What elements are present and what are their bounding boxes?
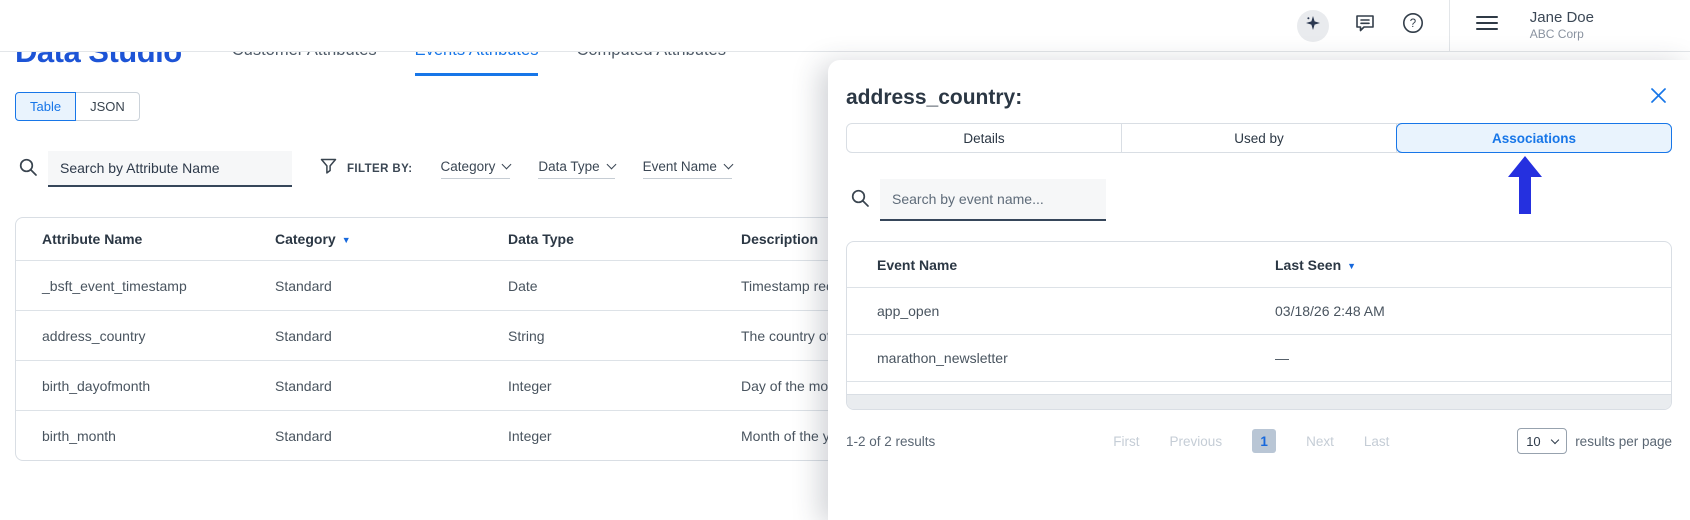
modal-header: address_country: <box>846 86 1672 110</box>
cell-event-name: app_open <box>877 303 940 319</box>
cell-attribute-name: birth_dayofmonth <box>42 377 151 394</box>
col-event-name[interactable]: Event Name <box>877 257 1275 273</box>
tab-associations[interactable]: Associations <box>1396 123 1672 153</box>
cell-attribute-name: address_country <box>42 327 146 344</box>
event-name-filter-dropdown[interactable]: Event Name <box>642 159 734 179</box>
close-button[interactable] <box>1649 86 1668 110</box>
per-page-label: results per page <box>1575 433 1672 449</box>
close-icon <box>1649 88 1668 109</box>
annotation-arrow-up-icon <box>1508 156 1542 219</box>
col-data-type[interactable]: Data Type <box>508 231 741 247</box>
ai-assistant-button[interactable] <box>1296 9 1329 42</box>
app-window: ? Jane Doe ABC Corp Data Studio Customer… <box>0 0 1690 520</box>
events-table-header: Event Name Last Seen ▼ <box>847 242 1671 287</box>
help-button[interactable]: ? <box>1401 11 1425 40</box>
user-org: ABC Corp <box>1529 27 1584 42</box>
cell-data-type: Date <box>508 277 538 294</box>
hamburger-menu-icon <box>1474 12 1500 39</box>
feedback-button[interactable] <box>1353 11 1377 40</box>
chat-icon <box>1353 11 1377 40</box>
topbar-divider <box>1448 0 1450 52</box>
modal-tabs: Details Used by Associations <box>846 123 1672 153</box>
cell-category: Standard <box>275 427 332 444</box>
cell-attribute-name: _bsft_event_timestamp <box>42 277 187 294</box>
next-page-button[interactable]: Next <box>1306 434 1334 449</box>
table-empty-strip <box>847 381 1671 394</box>
cell-category: Standard <box>275 327 332 344</box>
sort-desc-icon: ▼ <box>341 235 351 245</box>
data-type-filter-label: Data Type <box>538 159 600 174</box>
previous-page-button[interactable]: Previous <box>1170 434 1223 449</box>
pagination-nav: First Previous 1 Next Last <box>1113 429 1389 453</box>
event-name-filter-label: Event Name <box>642 159 717 174</box>
help-icon: ? <box>1401 11 1425 40</box>
col-last-seen-sort[interactable]: Last Seen ▼ <box>1275 257 1671 273</box>
cell-attribute-name: birth_month <box>42 427 116 444</box>
event-search-input[interactable] <box>880 179 1106 221</box>
chevron-down-icon <box>606 159 617 170</box>
view-toggle: Table JSON <box>15 92 140 121</box>
table-row: app_open 03/18/26 2:48 AM <box>847 287 1671 334</box>
category-filter-label: Category <box>440 159 496 174</box>
last-page-button[interactable]: Last <box>1364 434 1390 449</box>
col-attribute-name[interactable]: Attribute Name <box>42 231 275 247</box>
cell-data-type: String <box>508 327 545 344</box>
current-page-button[interactable]: 1 <box>1252 429 1277 453</box>
cell-data-type: Integer <box>508 377 552 394</box>
filter-by-label: FILTER BY: <box>347 163 413 175</box>
horizontal-scrollbar[interactable] <box>847 394 1671 409</box>
chevron-down-icon <box>1550 435 1560 444</box>
results-per-page-select[interactable]: 10 <box>1517 428 1568 454</box>
search-icon <box>18 157 38 182</box>
chevron-down-icon <box>501 159 512 170</box>
user-name: Jane Doe <box>1529 8 1594 26</box>
per-page-value: 10 <box>1526 433 1541 449</box>
chevron-down-icon <box>723 159 734 170</box>
modal-title: address_country: <box>846 86 1023 109</box>
data-type-filter-dropdown[interactable]: Data Type <box>538 159 617 179</box>
main-menu-button[interactable] <box>1474 12 1500 39</box>
modal-search-row <box>850 179 1672 221</box>
topbar: ? Jane Doe ABC Corp <box>0 0 1690 52</box>
results-summary: 1-2 of 2 results <box>846 433 936 449</box>
cell-last-seen: 03/18/26 2:48 AM <box>1275 303 1385 319</box>
col-category-sort[interactable]: Category ▼ <box>275 231 508 247</box>
per-page-control: 10 results per page <box>1517 428 1672 454</box>
table-row: marathon_newsletter — <box>847 334 1671 381</box>
cell-data-type: Integer <box>508 427 552 444</box>
user-menu[interactable]: Jane Doe ABC Corp <box>1524 9 1594 43</box>
first-page-button[interactable]: First <box>1113 434 1139 449</box>
attribute-detail-modal: address_country: Details Used by Associa… <box>828 60 1690 520</box>
pagination: 1-2 of 2 results First Previous 1 Next L… <box>846 428 1672 454</box>
cell-category: Standard <box>275 377 332 394</box>
cell-category: Standard <box>275 277 332 294</box>
table-view-button[interactable]: Table <box>15 92 77 121</box>
cell-event-name: marathon_newsletter <box>877 350 1008 366</box>
sparkle-icon <box>1305 15 1321 36</box>
tab-used-by[interactable]: Used by <box>1122 124 1397 152</box>
svg-text:?: ? <box>1410 18 1416 30</box>
json-view-button[interactable]: JSON <box>75 92 140 121</box>
tab-details[interactable]: Details <box>847 124 1122 152</box>
attribute-search-input[interactable] <box>48 151 292 187</box>
events-table: Event Name Last Seen ▼ app_open 03/18/26 … <box>846 241 1672 410</box>
filter-icon <box>320 158 337 180</box>
category-filter-dropdown[interactable]: Category <box>440 159 512 179</box>
cell-last-seen: — <box>1275 350 1289 366</box>
sort-desc-icon: ▼ <box>1347 260 1357 271</box>
search-icon <box>850 188 870 213</box>
